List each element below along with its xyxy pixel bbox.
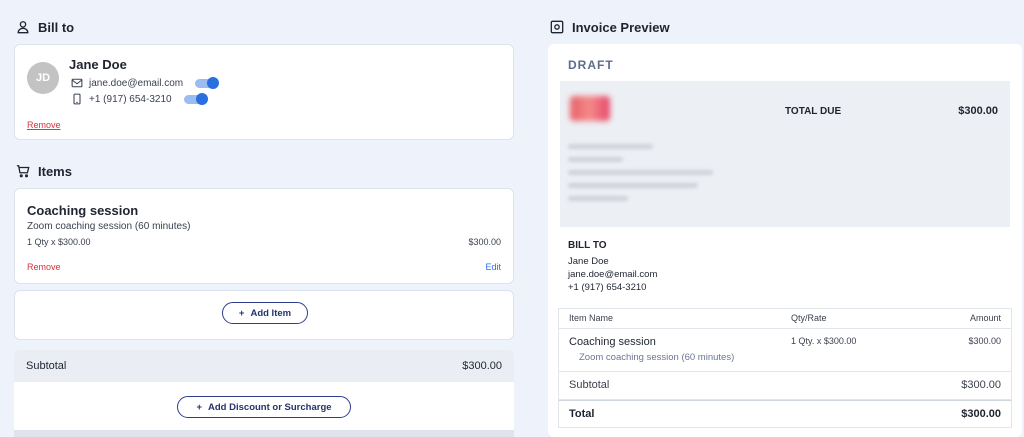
total-due-value: $300.00 — [958, 105, 998, 117]
blurred-business-info — [568, 170, 713, 175]
customer-phone: +1 (917) 654-3210 — [89, 93, 172, 105]
add-item-card: + Add Item — [14, 290, 514, 340]
invoice-status: DRAFT — [568, 58, 614, 72]
email-toggle[interactable] — [195, 76, 220, 89]
items-heading: Items — [16, 161, 72, 181]
bill-to-heading-label: Bill to — [38, 19, 75, 35]
preview-bill-to-email: jane.doe@email.com — [568, 269, 658, 280]
remove-item-link[interactable]: Remove — [27, 262, 61, 272]
preview-total-label: Total — [569, 408, 595, 420]
table-row: Coaching session Zoom coaching session (… — [558, 328, 1012, 372]
item-title: Coaching session — [27, 203, 139, 218]
add-discount-label: Add Discount or Surcharge — [208, 401, 332, 413]
mail-icon — [71, 78, 83, 88]
preview-total-value: $300.00 — [961, 408, 1001, 420]
plus-icon: + — [238, 307, 245, 319]
invoice-preview-heading-label: Invoice Preview — [572, 19, 670, 35]
customer-name: Jane Doe — [69, 57, 127, 72]
subtotal-label: Subtotal — [26, 360, 67, 372]
avatar: JD — [27, 62, 59, 94]
header-amount: Amount — [969, 313, 1001, 323]
preview-bill-to-name: Jane Doe — [568, 256, 609, 267]
blurred-business-info — [568, 183, 698, 188]
item-qty-rate: 1 Qty x $300.00 — [27, 237, 91, 247]
preview-total-row: Total $300.00 — [558, 400, 1012, 428]
edit-item-link[interactable]: Edit — [485, 262, 501, 272]
customer-email: jane.doe@email.com — [89, 77, 184, 89]
item-description: Zoom coaching session (60 minutes) — [27, 221, 191, 232]
row-item-name: Coaching session — [569, 336, 656, 348]
total-due-label: TOTAL DUE — [785, 106, 842, 117]
add-item-label: Add Item — [250, 307, 292, 319]
blurred-business-info — [568, 144, 653, 149]
add-discount-button[interactable]: + Add Discount or Surcharge — [177, 396, 351, 418]
row-qty-rate: 1 Qty. x $300.00 — [791, 336, 857, 346]
blurred-business-info — [568, 157, 623, 162]
invoice-header: TOTAL DUE $300.00 — [560, 81, 1010, 227]
plus-icon: + — [196, 401, 203, 413]
table-header-row: Item Name Qty/Rate Amount — [558, 308, 1012, 328]
preview-bill-to-phone: +1 (917) 654-3210 — [568, 282, 647, 293]
row-amount: $300.00 — [968, 336, 1001, 346]
business-logo — [570, 96, 610, 121]
customer-email-row: jane.doe@email.com — [71, 76, 220, 89]
invoice-preview-heading: Invoice Preview — [550, 17, 670, 37]
preview-subtotal-value: $300.00 — [961, 379, 1001, 391]
add-item-button[interactable]: + Add Item — [222, 302, 308, 324]
preview-icon — [550, 20, 564, 34]
items-heading-label: Items — [38, 163, 72, 179]
header-qty-rate: Qty/Rate — [791, 313, 827, 323]
bottom-divider — [14, 430, 514, 437]
item-amount: $300.00 — [468, 237, 501, 247]
subtotal-row: Subtotal $300.00 — [14, 350, 514, 382]
line-item-card: Coaching session Zoom coaching session (… — [14, 188, 514, 284]
bill-to-heading: Bill to — [16, 17, 74, 37]
blurred-business-info — [568, 196, 628, 201]
subtotal-value: $300.00 — [462, 360, 502, 372]
remove-customer-link[interactable]: Remove — [27, 120, 61, 130]
user-icon — [17, 21, 29, 34]
preview-subtotal-label: Subtotal — [569, 379, 610, 391]
cart-icon — [16, 165, 30, 178]
customer-phone-row: +1 (917) 654-3210 — [71, 92, 208, 105]
header-item-name: Item Name — [569, 313, 614, 323]
preview-subtotal-row: Subtotal $300.00 — [558, 372, 1012, 400]
phone-icon — [73, 93, 81, 105]
invoice-preview-card: DRAFT TOTAL DUE $300.00 BILL TO Jane Doe… — [548, 44, 1022, 437]
preview-bill-to-label: BILL TO — [568, 240, 607, 251]
discount-area: + Add Discount or Surcharge — [14, 382, 514, 430]
customer-card: JD Jane Doe jane.doe@email.com +1 (917) … — [14, 44, 514, 140]
phone-toggle[interactable] — [183, 92, 208, 105]
row-item-description: Zoom coaching session (60 minutes) — [579, 352, 735, 363]
